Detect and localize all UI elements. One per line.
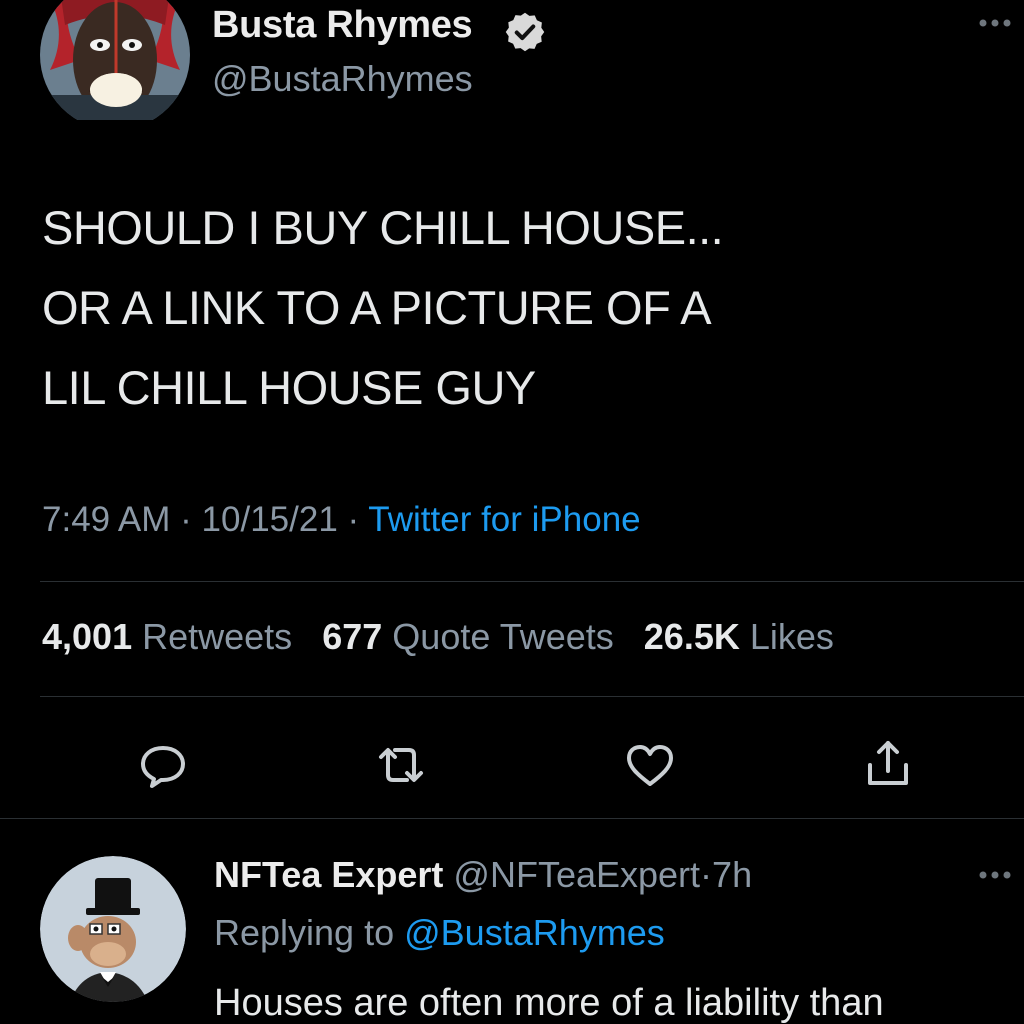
reply-header: NFTea Expert @NFTeaExpert·7h — [214, 854, 752, 896]
reply-author-name[interactable]: NFTea Expert — [214, 854, 443, 895]
reply-author-handle[interactable]: @NFTeaExpert — [453, 854, 700, 895]
meta-separator: · — [347, 500, 360, 539]
reply-time[interactable]: 7h — [712, 854, 752, 895]
tweet-stats: 4,001 Retweets 677 Quote Tweets 26.5K Li… — [42, 616, 854, 658]
divider — [40, 696, 1024, 697]
retweet-icon[interactable] — [371, 735, 431, 795]
tweet-detail-page: Busta Rhymes @BustaRhymes SHOULD I BUY C… — [0, 0, 1024, 1024]
meta-separator: · — [180, 500, 192, 539]
likes-stat[interactable]: 26.5K Likes — [644, 616, 834, 657]
tweet-text-line: SHOULD I BUY CHILL HOUSE... — [42, 201, 724, 254]
author-avatar[interactable] — [40, 0, 190, 130]
tweet-source-link[interactable]: Twitter for iPhone — [368, 500, 640, 539]
reply-author-avatar[interactable] — [40, 856, 186, 1002]
verified-badge-icon — [503, 10, 547, 54]
more-dots-icon[interactable] — [970, 8, 1020, 38]
tweet-text: SHOULD I BUY CHILL HOUSE... OR A LINK TO… — [42, 188, 982, 428]
retweets-count: 4,001 — [42, 616, 133, 657]
retweets-stat[interactable]: 4,001 Retweets — [42, 616, 292, 657]
author-handle[interactable]: @BustaRhymes — [212, 58, 473, 100]
replying-to-mention[interactable]: @BustaRhymes — [404, 912, 665, 953]
reply-text: Houses are often more of a liability tha… — [214, 982, 884, 1024]
divider — [0, 818, 1024, 819]
like-icon[interactable] — [620, 735, 680, 795]
likes-label: Likes — [749, 616, 834, 657]
tweet-date[interactable]: 10/15/21 — [202, 500, 338, 539]
quotes-count: 677 — [322, 616, 383, 657]
share-icon[interactable] — [858, 735, 918, 795]
quote-tweets-stat[interactable]: 677 Quote Tweets — [322, 616, 614, 657]
likes-count: 26.5K — [643, 616, 740, 657]
quotes-label: Quote Tweets — [392, 616, 614, 657]
author-display-name[interactable]: Busta Rhymes — [212, 4, 473, 47]
retweets-label: Retweets — [142, 616, 293, 657]
reply-separator: · — [700, 854, 713, 895]
tweet-text-line: OR A LINK TO A PICTURE OF A — [42, 281, 712, 334]
reply-icon[interactable] — [133, 735, 193, 795]
replying-to: Replying to @BustaRhymes — [214, 912, 665, 954]
more-dots-icon[interactable] — [970, 860, 1020, 890]
tweet-time[interactable]: 7:49 AM — [42, 500, 170, 539]
divider — [40, 581, 1024, 582]
tweet-text-line: LIL CHILL HOUSE GUY — [42, 361, 536, 414]
replying-to-label: Replying to — [214, 912, 395, 953]
tweet-meta: 7:49 AM · 10/15/21 · Twitter for iPhone — [42, 500, 641, 540]
